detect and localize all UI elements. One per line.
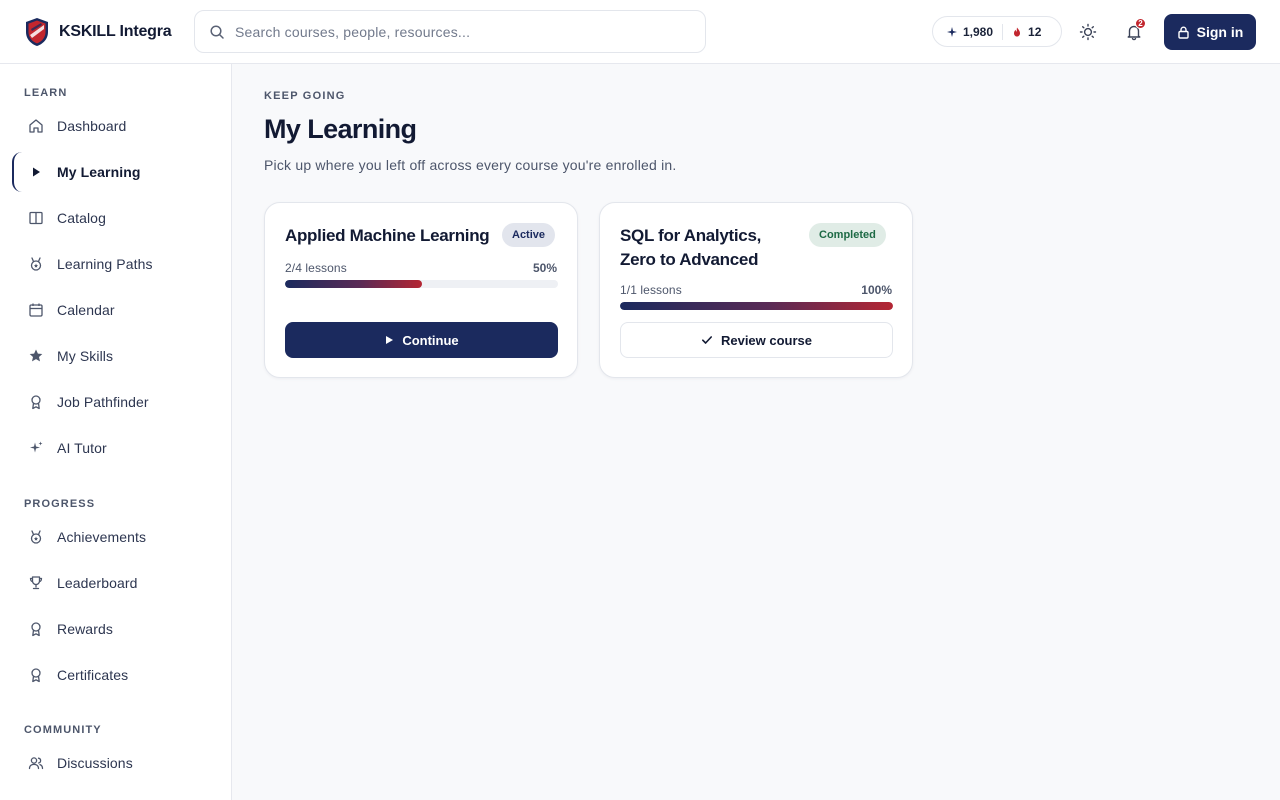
sidebar-item-dashboard[interactable]: Dashboard [12, 106, 220, 146]
status-badge: Active [502, 223, 556, 247]
users-icon [28, 757, 44, 770]
sidebar-item-label: My Learning [57, 164, 141, 180]
progress-percent: 50% [532, 261, 557, 275]
progress-bar [620, 302, 893, 310]
play-icon [33, 167, 40, 177]
sidebar-item-label: Calendar [57, 302, 115, 318]
user-stats-pill[interactable]: 1,980 12 [932, 16, 1062, 47]
page-subtitle: Pick up where you left off across every … [264, 157, 677, 173]
sidebar-item-label: Learning Paths [57, 256, 153, 272]
streak-stat: 12 [1012, 25, 1041, 39]
shield-logo-icon [26, 18, 48, 46]
points-value: 1,980 [963, 24, 994, 39]
sidebar-item-job-pathfinder[interactable]: Job Pathfinder [12, 382, 220, 422]
sidebar-item-my-skills[interactable]: My Skills [12, 336, 220, 376]
sidebar-item-label: Achievements [57, 529, 147, 545]
flame-icon [1014, 27, 1021, 36]
sidebar-item-catalog[interactable]: Catalog [12, 198, 220, 238]
lock-icon [1177, 25, 1189, 39]
award-icon [31, 395, 41, 410]
sidebar-item-learning-paths[interactable]: Learning Paths [12, 244, 220, 284]
sidebar-item-label: My Skills [57, 348, 114, 364]
sparkle-icon [947, 26, 957, 37]
review-course-label: Review course [720, 332, 813, 348]
home-icon [29, 119, 43, 133]
sidebar-item-discussions[interactable]: Discussions [12, 743, 220, 783]
sidebar: LEARN Dashboard My Learning Catalog Lear… [0, 64, 232, 800]
sidebar-item-label: AI Tutor [57, 440, 107, 456]
course-card[interactable]: Applied Machine Learning Active 2/4 less… [264, 202, 578, 378]
sidebar-item-leaderboard[interactable]: Leaderboard [12, 563, 220, 603]
sidebar-item-label: Job Pathfinder [57, 394, 149, 410]
sidebar-item-rewards[interactable]: Rewards [12, 609, 220, 649]
review-course-button[interactable]: Review course [620, 322, 893, 358]
status-badge: Completed [809, 223, 886, 247]
app-name: KSKILL Integra [59, 23, 172, 40]
sparkle-icon [30, 441, 43, 453]
search-icon [210, 24, 224, 39]
calendar-icon [29, 303, 43, 317]
book-icon [29, 211, 43, 225]
star-icon [29, 349, 43, 362]
progress-percent: 100% [861, 283, 892, 297]
sidebar-item-label: Discussions [57, 755, 133, 771]
sidebar-item-achievements[interactable]: Achievements [12, 517, 220, 557]
theme-toggle-button[interactable] [1072, 16, 1104, 48]
progress-bar [285, 280, 558, 288]
sidebar-item-label: Leaderboard [57, 575, 138, 591]
sidebar-item-my-learning[interactable]: My Learning [12, 152, 220, 192]
sign-in-button[interactable]: Sign in [1164, 14, 1256, 50]
medal-icon [30, 257, 42, 271]
sidebar-item-label: Dashboard [57, 118, 127, 134]
continue-button[interactable]: Continue [285, 322, 558, 358]
points-stat: 1,980 [947, 25, 993, 39]
sidebar-section-learn: LEARN [24, 87, 68, 99]
course-title: Applied Machine Learning [285, 226, 490, 245]
lessons-count: 2/4 lessons [285, 261, 347, 275]
progress-bar-fill [285, 280, 422, 288]
notification-count-badge: 2 [1135, 18, 1146, 29]
brand-logo[interactable]: KSKILL Integra [24, 16, 172, 48]
page-title: My Learning [264, 114, 417, 144]
sidebar-item-certificates[interactable]: Certificates [12, 655, 220, 695]
lessons-count: 1/1 lessons [620, 283, 682, 297]
sidebar-item-label: Certificates [57, 667, 129, 683]
sidebar-section-community: COMMUNITY [24, 724, 102, 736]
trophy-icon [29, 576, 43, 590]
sidebar-item-label: Catalog [57, 210, 106, 226]
award-icon [31, 622, 41, 637]
sidebar-item-ai-tutor[interactable]: AI Tutor [12, 428, 220, 468]
search-box[interactable] [194, 10, 706, 53]
play-icon [386, 336, 394, 344]
stats-divider [1002, 23, 1004, 40]
streak-value: 12 [1028, 24, 1042, 39]
notifications-button[interactable]: 2 [1118, 16, 1150, 48]
sidebar-item-calendar[interactable]: Calendar [12, 290, 220, 330]
medal-icon [30, 530, 42, 544]
search-input[interactable] [235, 23, 675, 40]
top-bar: KSKILL Integra 1,980 12 [0, 0, 1280, 64]
progress-bar-fill [620, 302, 893, 310]
check-icon [701, 336, 712, 344]
course-title: SQL for Analytics, Zero to Advanced [620, 226, 762, 269]
award-icon [31, 668, 41, 683]
sign-in-label: Sign in [1196, 24, 1244, 40]
continue-label: Continue [402, 332, 459, 348]
sidebar-item-label: Rewards [57, 621, 113, 637]
page-eyebrow: KEEP GOING [264, 90, 346, 102]
sun-icon [1079, 23, 1097, 41]
course-card[interactable]: SQL for Analytics, Zero to Advanced Comp… [599, 202, 913, 378]
sidebar-section-progress: PROGRESS [24, 498, 96, 510]
